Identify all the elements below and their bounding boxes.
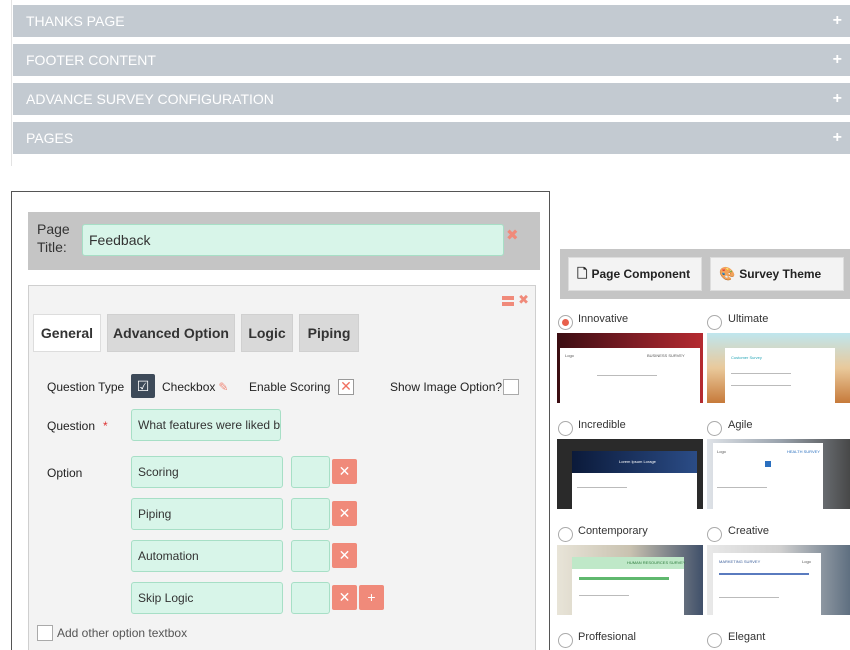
question-type-text: Checkbox (162, 380, 216, 394)
survey-theme-button[interactable]: 🎨 Survey Theme (710, 257, 844, 291)
add-option-button[interactable]: + (359, 585, 384, 610)
add-other-option-label: Add other option textbox (57, 626, 188, 640)
theme-label: Creative (728, 525, 769, 537)
theme-thumb-logo: Logo (565, 353, 574, 358)
add-other-option-checkbox[interactable] (37, 625, 53, 641)
plus-icon[interactable]: + (833, 122, 842, 154)
theme-radio-incredible[interactable] (558, 421, 573, 436)
page-editor-panel: Page Title: Feedback ✖ ✖ General Advance… (11, 191, 550, 650)
theme-thumb-agile[interactable]: Logo HEALTH SURVEY (707, 439, 850, 509)
file-icon: 🗋 (577, 266, 588, 281)
pencil-icon[interactable]: ✎ (218, 380, 228, 394)
question-type-value[interactable]: Checkbox ✎ (162, 380, 228, 394)
theme-label: Contemporary (578, 525, 648, 537)
enable-scoring-label: Enable Scoring (249, 380, 331, 394)
theme-thumb-logo: Logo (717, 449, 726, 454)
show-image-option-label: Show Image Option? (390, 380, 503, 394)
page-title-label: Page Title: (37, 221, 70, 255)
theme-thumb-title: Lorem Ipsum Lorage (619, 459, 656, 464)
question-input[interactable]: What features were liked by (131, 409, 281, 441)
theme-radio-creative[interactable] (707, 527, 722, 542)
delete-option-button[interactable]: ✕ (332, 543, 357, 568)
palette-icon: 🎨 (719, 266, 736, 281)
theme-label: Proffesional (578, 631, 636, 643)
delete-option-button[interactable]: ✕ (332, 501, 357, 526)
survey-theme-label: Survey Theme (739, 267, 822, 281)
close-icon[interactable]: ✖ (518, 292, 529, 307)
theme-thumb-title: Customer Survey (731, 355, 762, 360)
checkbox-type-icon: ☑ (131, 374, 155, 398)
theme-radio-elegant[interactable] (707, 633, 722, 648)
theme-radio-agile[interactable] (707, 421, 722, 436)
theme-thumb-creative[interactable]: MARKETING SURVEY Logo (707, 545, 850, 615)
theme-thumb-ultimate[interactable]: Customer Survey (707, 333, 850, 403)
theme-thumb-logo: Logo (802, 559, 811, 564)
delete-option-button[interactable]: ✕ (332, 585, 357, 610)
theme-radio-innovative[interactable] (558, 315, 573, 330)
option-score-input[interactable] (291, 540, 330, 572)
theme-thumb-contemporary[interactable]: HUMAN RESOURCES SURVEY (557, 545, 703, 615)
question-label: Question * (47, 419, 108, 433)
tab-logic[interactable]: Logic (241, 314, 293, 352)
accordion-left-border (11, 0, 12, 166)
option-label: Option (47, 466, 83, 480)
right-toolbar: 🗋 Page Component 🎨 Survey Theme (560, 249, 850, 299)
theme-label: Ultimate (728, 313, 769, 325)
tab-advanced-option[interactable]: Advanced Option (107, 314, 235, 352)
close-icon[interactable]: ✖ (506, 226, 519, 244)
theme-label: Innovative (578, 313, 629, 325)
theme-thumb-innovative[interactable]: BUSINESS SURVEY Logo (557, 333, 703, 403)
enable-scoring-checkbox[interactable]: ✕ (338, 379, 354, 395)
accordion-footer-content[interactable]: FOOTER CONTENT + (13, 44, 850, 76)
show-image-option-checkbox[interactable] (503, 379, 519, 395)
theme-thumb-title: BUSINESS SURVEY (647, 353, 685, 358)
option-score-input[interactable] (291, 582, 330, 614)
required-mark: * (103, 419, 108, 433)
page-component-label: Page Component (591, 267, 691, 281)
theme-radio-ultimate[interactable] (707, 315, 722, 330)
option-input[interactable]: Piping (131, 498, 283, 530)
plus-icon[interactable]: + (833, 83, 842, 115)
tab-piping[interactable]: Piping (299, 314, 359, 352)
general-form: Question Type ☑ Checkbox ✎ Enable Scoring… (29, 352, 535, 650)
theme-radio-contemporary[interactable] (558, 527, 573, 542)
option-input[interactable]: Skip Logic (131, 582, 283, 614)
collapse-icon[interactable] (502, 295, 515, 306)
page-title-row: Page Title: Feedback ✖ (28, 212, 540, 270)
plus-icon[interactable]: + (833, 44, 842, 76)
option-input[interactable]: Scoring (131, 456, 283, 488)
accordion-thanks-page[interactable]: THANKS PAGE + (13, 5, 850, 37)
theme-thumb-title: HEALTH SURVEY (787, 449, 820, 454)
option-input[interactable]: Automation (131, 540, 283, 572)
theme-radio-proffesional[interactable] (558, 633, 573, 648)
accordion-pages[interactable]: PAGES + (13, 122, 850, 154)
accordion-label: FOOTER CONTENT (26, 52, 156, 68)
page-component-button[interactable]: 🗋 Page Component (568, 257, 702, 291)
theme-thumb-incredible[interactable]: Lorem Ipsum Lorage (557, 439, 703, 509)
question-editor: ✖ General Advanced Option Logic Piping Q… (28, 285, 536, 650)
accordion-label: THANKS PAGE (26, 13, 125, 29)
delete-option-button[interactable]: ✕ (332, 459, 357, 484)
theme-label: Elegant (728, 631, 766, 643)
question-label-text: Question (47, 419, 96, 433)
accordion-label: ADVANCE SURVEY CONFIGURATION (26, 91, 274, 107)
question-tools: ✖ (502, 292, 529, 308)
plus-icon[interactable]: + (833, 5, 842, 37)
tab-general[interactable]: General (33, 314, 101, 352)
theme-thumb-title: MARKETING SURVEY (719, 559, 761, 564)
theme-label: Agile (728, 419, 753, 431)
option-score-input[interactable] (291, 456, 330, 488)
accordion-advance-survey-configuration[interactable]: ADVANCE SURVEY CONFIGURATION + (13, 83, 850, 115)
page-title-input[interactable]: Feedback (82, 224, 504, 256)
theme-label: Incredible (578, 419, 626, 431)
theme-thumb-title: HUMAN RESOURCES SURVEY (627, 560, 686, 565)
question-type-label: Question Type (47, 380, 125, 394)
accordion-label: PAGES (26, 130, 74, 146)
option-score-input[interactable] (291, 498, 330, 530)
